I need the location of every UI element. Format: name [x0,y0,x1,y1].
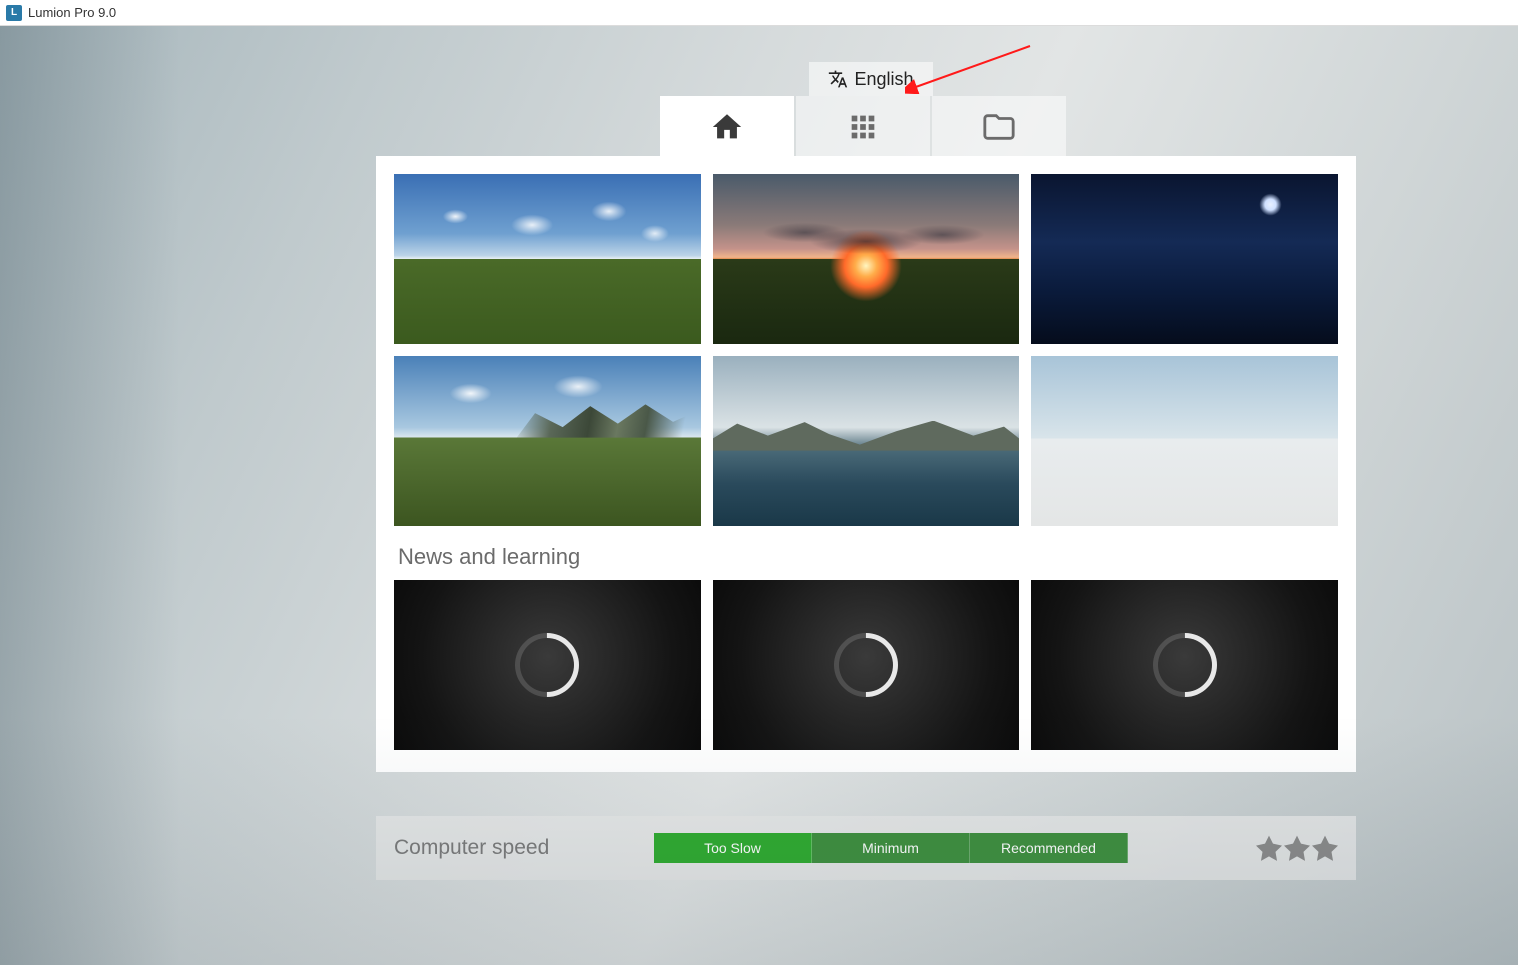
news-card[interactable] [1031,580,1338,750]
scene-thumb-lake[interactable] [713,356,1020,526]
star-icon [1312,835,1338,861]
tab-home[interactable] [660,96,794,158]
computer-speed-label: Computer speed [394,836,634,860]
main-tabs [660,96,1066,158]
speed-chip-too-slow: Too Slow [654,833,812,863]
workspace-background: English News and learning [0,26,1518,965]
speed-indicator: Too Slow Minimum Recommended [654,833,1128,863]
tab-open[interactable] [932,96,1066,158]
speed-chip-recommended: Recommended [970,833,1128,863]
loading-spinner-icon [502,620,593,711]
rating-stars [1256,835,1338,861]
app-icon: L [6,5,22,21]
language-selector[interactable]: English [809,62,933,96]
news-grid [394,580,1338,750]
scene-thumb-plain[interactable] [1031,356,1338,526]
scene-thumb-mountain[interactable] [394,356,701,526]
star-icon [1256,835,1282,861]
scene-thumb-day[interactable] [394,174,701,344]
translate-icon [828,69,848,89]
language-label: English [854,69,913,90]
window-titlebar: L Lumion Pro 9.0 [0,0,1518,26]
tab-examples[interactable] [796,96,930,158]
home-panel: News and learning [376,156,1356,772]
news-section-title: News and learning [398,544,1338,570]
loading-spinner-icon [1139,620,1230,711]
home-icon [710,110,744,144]
star-icon [1284,835,1310,861]
news-card[interactable] [394,580,701,750]
scene-thumb-sunset[interactable] [713,174,1020,344]
news-card[interactable] [713,580,1020,750]
folder-icon [982,110,1016,144]
benchmark-footer: Computer speed Too Slow Minimum Recommen… [376,816,1356,880]
app-title: Lumion Pro 9.0 [28,5,116,20]
scene-thumb-night[interactable] [1031,174,1338,344]
loading-spinner-icon [821,620,912,711]
grid-icon [846,110,880,144]
speed-chip-minimum: Minimum [812,833,970,863]
scene-grid [394,174,1338,526]
